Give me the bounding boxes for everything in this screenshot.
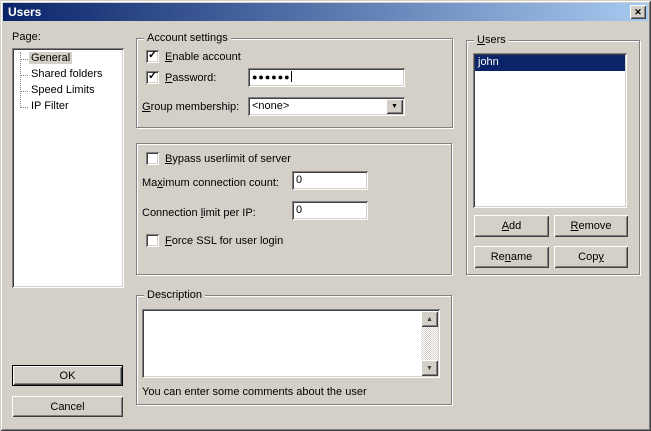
close-icon[interactable]: ✕ xyxy=(630,5,646,19)
titlebar[interactable]: Users xyxy=(3,3,648,21)
text-cursor xyxy=(291,71,292,82)
bypass-userlimit-label: Bypass userlimit of server xyxy=(165,153,291,165)
enable-account-checkbox[interactable] xyxy=(146,50,159,63)
force-ssl-row: Force SSL for user login xyxy=(146,234,283,247)
copy-button[interactable]: Copy xyxy=(554,246,628,268)
user-item-john[interactable]: john xyxy=(475,55,625,71)
description-title: Description xyxy=(144,289,205,301)
rename-button[interactable]: Rename xyxy=(474,246,549,268)
remove-button[interactable]: Remove xyxy=(554,215,628,237)
chevron-down-icon[interactable] xyxy=(386,99,403,114)
enable-account-row: Enable account xyxy=(146,50,241,63)
password-row: Password: xyxy=(146,71,216,84)
max-connection-count-label: Maximum connection count: xyxy=(142,177,279,189)
add-button[interactable]: Add xyxy=(474,215,549,237)
page-item-speed-limits[interactable]: Speed Limits xyxy=(12,83,124,99)
description-scrollbar[interactable] xyxy=(421,311,438,376)
page-item-general[interactable]: General xyxy=(12,51,124,67)
password-checkbox[interactable] xyxy=(146,71,159,84)
description-hint: You can enter some comments about the us… xyxy=(142,386,367,398)
window-title: Users xyxy=(8,5,41,19)
group-membership-label: Group membership: xyxy=(142,101,239,113)
page-label: Page: xyxy=(12,31,41,43)
users-title: Users xyxy=(474,34,509,46)
users-dialog: Users ✕ Page: General Shared folders Spe… xyxy=(0,0,651,431)
connection-limit-per-ip-label: Connection limit per IP: xyxy=(142,207,256,219)
page-list[interactable]: General Shared folders Speed Limits IP F… xyxy=(12,48,124,288)
force-ssl-checkbox[interactable] xyxy=(146,234,159,247)
password-label: Password: xyxy=(165,72,216,84)
force-ssl-label: Force SSL for user login xyxy=(165,235,283,247)
users-list[interactable]: john xyxy=(473,53,627,208)
bypass-userlimit-checkbox[interactable] xyxy=(146,152,159,165)
page-item-shared-folders[interactable]: Shared folders xyxy=(12,67,124,83)
bypass-userlimit-row: Bypass userlimit of server xyxy=(146,152,291,165)
enable-account-label: Enable account xyxy=(165,51,241,63)
password-input[interactable]: ●●●●●● xyxy=(248,68,405,87)
page-item-ip-filter[interactable]: IP Filter xyxy=(12,99,124,115)
description-textarea[interactable] xyxy=(142,309,440,378)
scroll-up-icon[interactable] xyxy=(421,311,438,327)
cancel-button[interactable]: Cancel xyxy=(12,396,123,417)
account-settings-title: Account settings xyxy=(144,32,231,44)
group-membership-select[interactable]: <none> xyxy=(248,97,405,116)
max-connection-count-input[interactable]: 0 xyxy=(292,171,368,190)
connection-limit-per-ip-input[interactable]: 0 xyxy=(292,201,368,220)
ok-button[interactable]: OK xyxy=(12,365,123,386)
scroll-down-icon[interactable] xyxy=(421,360,438,376)
